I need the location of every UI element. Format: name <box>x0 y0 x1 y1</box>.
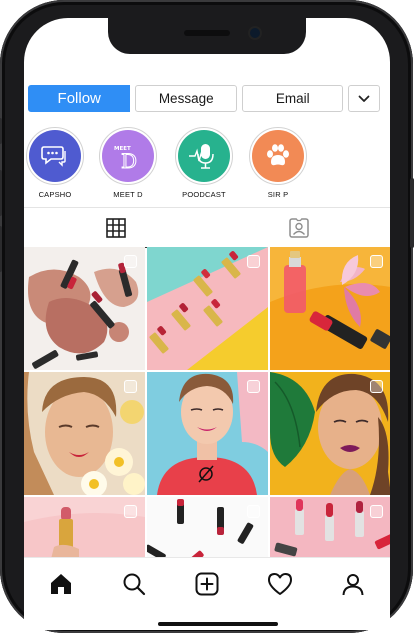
highlight-poodcast[interactable]: POODCAST <box>173 127 235 199</box>
nav-add[interactable] <box>189 572 225 602</box>
volume-up-button <box>0 170 2 216</box>
highlight-ring <box>26 127 84 185</box>
post-thumbnail[interactable] <box>147 372 268 495</box>
highlight-label: SIR P <box>267 190 289 199</box>
select-checkbox[interactable] <box>124 505 137 518</box>
chat-bubble-icon <box>41 146 66 167</box>
message-button[interactable]: Message <box>135 85 237 112</box>
select-checkbox[interactable] <box>247 380 260 393</box>
svg-text:D: D <box>121 149 137 171</box>
nav-search[interactable] <box>116 572 152 602</box>
profile-action-row: Follow Message Email <box>28 85 380 112</box>
nav-activity[interactable] <box>262 572 298 602</box>
select-checkbox[interactable] <box>247 505 260 518</box>
nav-home[interactable] <box>43 572 79 602</box>
post-thumbnail[interactable] <box>24 247 145 370</box>
select-checkbox[interactable] <box>247 255 260 268</box>
select-checkbox[interactable] <box>124 255 137 268</box>
post-thumbnail[interactable] <box>270 372 390 495</box>
front-camera <box>250 28 260 38</box>
notch <box>108 18 306 54</box>
select-checkbox[interactable] <box>124 380 137 393</box>
grid-tab[interactable] <box>24 208 207 248</box>
speaker-grille <box>184 30 230 36</box>
tagged-tab[interactable] <box>207 208 390 248</box>
highlight-meet-d[interactable]: MEET D MEET D <box>97 127 159 199</box>
select-checkbox[interactable] <box>370 505 383 518</box>
tagged-portrait-icon <box>288 218 309 238</box>
search-icon <box>123 573 145 596</box>
highlight-capsho[interactable]: CAPSHO <box>24 127 86 199</box>
post-thumbnail[interactable] <box>24 372 145 495</box>
highlight-cover: MEET D <box>102 130 154 182</box>
profile-tabs <box>24 207 390 248</box>
select-checkbox[interactable] <box>370 255 383 268</box>
home-indicator[interactable] <box>158 622 278 626</box>
highlight-label: POODCAST <box>182 190 226 199</box>
highlight-ring <box>249 127 307 185</box>
meet-d-logo: MEET D <box>114 146 138 171</box>
mute-switch <box>0 118 2 144</box>
grid-icon <box>105 218 126 238</box>
highlight-label: CAPSHO <box>38 190 72 199</box>
volume-down-button <box>0 226 2 272</box>
screen: Follow Message Email CAPSHO MEET D MEET … <box>24 18 390 630</box>
highlight-cover <box>252 130 304 182</box>
more-options-button[interactable] <box>348 85 380 112</box>
highlight-ring <box>175 127 233 185</box>
highlight-ring: MEET D <box>99 127 157 185</box>
phone-frame: Follow Message Email CAPSHO MEET D MEET … <box>0 0 414 633</box>
story-highlights: CAPSHO MEET D MEET D POODCAST SIR P <box>24 127 390 203</box>
highlight-label: MEET D <box>113 190 143 199</box>
chevron-down-icon <box>358 95 370 102</box>
highlight-cover <box>178 130 230 182</box>
home-icon <box>50 574 71 594</box>
nav-profile[interactable] <box>335 572 371 602</box>
power-button <box>410 178 414 248</box>
photo-grid <box>24 247 390 567</box>
select-checkbox[interactable] <box>370 380 383 393</box>
paw-icon <box>267 144 289 166</box>
microphone-icon <box>189 144 214 169</box>
heart-icon <box>268 573 293 595</box>
add-post-icon <box>195 572 219 596</box>
profile-icon <box>342 574 364 596</box>
highlight-sir-p[interactable]: SIR P <box>247 127 309 199</box>
highlight-cover <box>29 130 81 182</box>
email-button[interactable]: Email <box>241 85 344 112</box>
follow-button[interactable]: Follow <box>28 85 131 112</box>
post-thumbnail[interactable] <box>270 247 390 370</box>
post-thumbnail[interactable] <box>147 247 268 370</box>
bottom-navigation <box>24 557 390 630</box>
